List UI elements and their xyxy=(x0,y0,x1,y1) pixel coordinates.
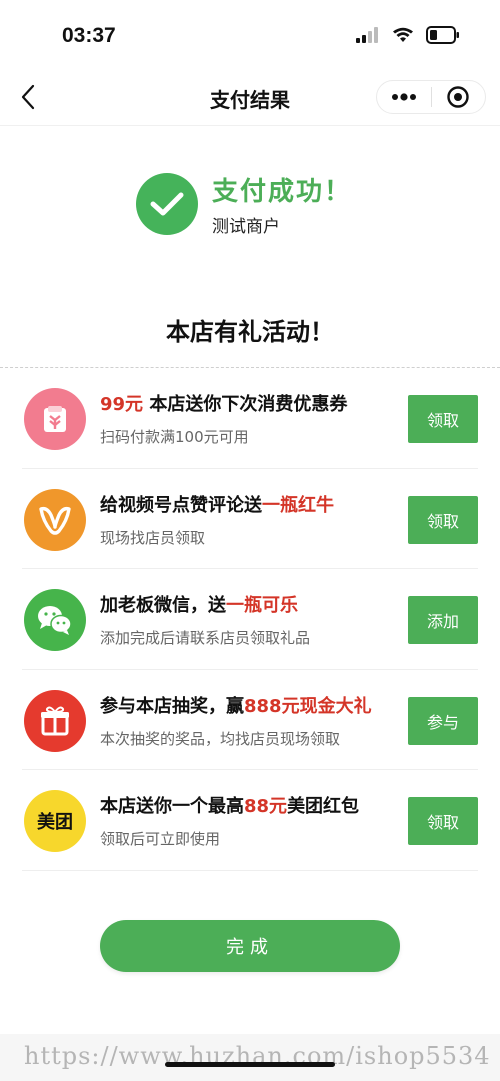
claim-redbull-button[interactable]: 领取 xyxy=(408,495,478,544)
promo-subtitle: 本次抽奖的奖品，均找店员现场领取 xyxy=(100,729,341,748)
promo-subtitle: 领取后可立即使用 xyxy=(100,830,221,848)
list-item: 参与本店抽奖，赢888元现金大礼 本次抽奖的奖品，均找店员现场领取 参与 xyxy=(22,670,478,770)
claim-meituan-button[interactable]: 领取 xyxy=(408,797,478,845)
promo-title: 99元 本店送你下次消费优惠券 xyxy=(100,390,347,416)
promo-highlight: 99元 xyxy=(100,394,144,415)
promo-highlight: 88元 xyxy=(244,796,288,817)
wifi-icon xyxy=(393,27,413,42)
coupon-icon xyxy=(24,388,86,450)
promo-title: 加老板微信，送一瓶可乐 xyxy=(100,591,298,617)
join-lottery-button[interactable]: 参与 xyxy=(408,696,478,745)
promo-highlight: 888元现金大礼 xyxy=(244,695,372,717)
status-icons xyxy=(356,26,460,44)
list-item: 加老板微信，送一瓶可乐 添加完成后请联系店员领取礼品 添加 xyxy=(22,569,478,670)
list-item: 99元 本店送你下次消费优惠券 扫码付款满100元可用 领取 xyxy=(22,368,478,469)
status-time: 03:37 xyxy=(62,24,116,47)
promo-title-text: 给视频号点赞评论送 xyxy=(100,494,262,516)
close-mini-program-button[interactable] xyxy=(432,81,486,113)
result-text: 支付成功！ 测试商户 xyxy=(212,171,352,237)
signal-icon xyxy=(356,27,378,43)
merchant-name: 测试商户 xyxy=(212,217,280,237)
list-item: 美团 本店送你一个最高88元美团红包 领取后可立即使用 领取 xyxy=(22,770,478,871)
promo-title: 参与本店抽奖，赢888元现金大礼 xyxy=(100,692,372,718)
promo-title: 给视频号点赞评论送一瓶红牛 xyxy=(100,491,334,517)
wechat-icon xyxy=(24,589,86,651)
home-indicator xyxy=(165,1062,335,1067)
gift-icon xyxy=(24,689,86,752)
battery-icon xyxy=(426,26,459,44)
payment-result: 支付成功！ 测试商户 xyxy=(136,171,352,237)
promo-highlight: 一瓶可乐 xyxy=(226,595,298,616)
target-circle-icon xyxy=(447,86,469,108)
more-dots-icon xyxy=(391,93,416,101)
status-bar: 03:37 xyxy=(0,0,500,70)
nav-bar: 支付结果 xyxy=(0,70,500,126)
promo-list: 99元 本店送你下次消费优惠券 扫码付款满100元可用 领取 给视频号点赞评论送… xyxy=(0,368,500,871)
promo-title-suffix: 美团红包 xyxy=(287,796,360,817)
promo-heading: 本店有礼活动！ xyxy=(166,318,334,346)
promo-title-text: 加老板微信，送 xyxy=(100,595,226,616)
meituan-logo-text: 美团 xyxy=(37,812,73,833)
meituan-icon: 美团 xyxy=(24,790,86,852)
promo-title: 本店送你一个最高88元美团红包 xyxy=(100,792,359,818)
list-item: 给视频号点赞评论送一瓶红牛 现场找店员领取 领取 xyxy=(22,469,478,569)
mini-program-capsule xyxy=(376,80,486,114)
add-wechat-button[interactable]: 添加 xyxy=(408,596,478,644)
done-button[interactable]: 完成 xyxy=(100,920,400,972)
promo-title-text: 本店送你一个最高 xyxy=(100,796,244,817)
promo-title-text: 本店送你下次消费优惠券 xyxy=(143,394,348,415)
promo-subtitle: 添加完成后请联系店员领取礼品 xyxy=(100,629,311,647)
promo-subtitle: 现场找店员领取 xyxy=(100,528,206,547)
check-circle-icon xyxy=(136,173,198,235)
more-button[interactable] xyxy=(377,81,431,113)
channels-icon xyxy=(24,488,86,551)
claim-coupon-button[interactable]: 领取 xyxy=(408,395,478,443)
promo-subtitle: 扫码付款满100元可用 xyxy=(100,428,249,446)
promo-title-text: 参与本店抽奖，赢 xyxy=(100,695,244,717)
promo-highlight: 一瓶红牛 xyxy=(262,494,334,516)
result-title: 支付成功！ xyxy=(212,177,353,207)
